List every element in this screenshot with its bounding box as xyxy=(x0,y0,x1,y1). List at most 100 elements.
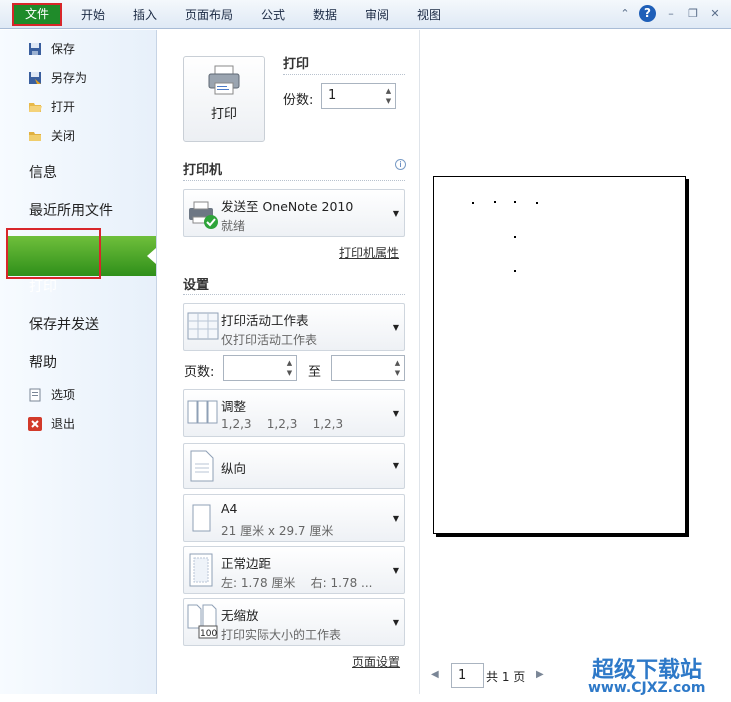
print-scope-dropdown[interactable]: 打印活动工作表 仅打印活动工作表 ▼ xyxy=(183,303,405,351)
svg-text:100: 100 xyxy=(200,629,217,639)
spin-down-icon[interactable]: ▼ xyxy=(285,369,294,377)
print-button-label: 打印 xyxy=(210,107,237,122)
divider xyxy=(283,74,405,75)
tab-page-layout[interactable]: 页面布局 xyxy=(185,6,233,24)
print-title: 打印 xyxy=(283,57,310,72)
divider xyxy=(183,180,405,181)
page-setup-link[interactable]: 页面设置 xyxy=(352,653,400,670)
orientation-dropdown[interactable]: 纵向 ▼ xyxy=(183,443,405,489)
help-icon[interactable]: ? xyxy=(639,5,656,22)
spin-up-icon[interactable]: ▲ xyxy=(384,87,393,95)
copies-input[interactable]: 1 ▲ ▼ xyxy=(321,83,396,109)
page-number-input[interactable]: 1 xyxy=(451,663,484,688)
exit-icon xyxy=(28,417,42,431)
pages-to-label: 至 xyxy=(308,365,322,380)
scaling-title: 无缩放 xyxy=(221,608,259,623)
active-pointer-icon xyxy=(147,248,156,264)
printer-icon xyxy=(207,65,241,99)
paper-size-title: A4 xyxy=(221,501,238,516)
nav-options-label: 选项 xyxy=(51,388,76,402)
preview-mark xyxy=(472,202,474,204)
spin-up-icon[interactable]: ▲ xyxy=(285,359,294,367)
nav-exit-label: 退出 xyxy=(51,417,76,431)
current-page: 1 xyxy=(458,668,467,683)
chevron-down-icon: ▼ xyxy=(392,461,399,470)
nav-help[interactable]: 帮助 xyxy=(29,352,57,372)
backstage-nav xyxy=(0,30,157,694)
collate-sub: 1,2,3 1,2,3 1,2,3 xyxy=(221,417,344,431)
restore-icon[interactable]: ❐ xyxy=(686,7,700,21)
orientation-title: 纵向 xyxy=(221,461,247,476)
nav-recent[interactable]: 最近所用文件 xyxy=(29,200,113,220)
chevron-down-icon: ▼ xyxy=(392,618,399,627)
settings-section-title: 设置 xyxy=(183,278,210,293)
next-page-icon[interactable]: ▶ xyxy=(536,669,544,680)
margins-dropdown[interactable]: 正常边距 左: 1.78 厘米 右: 1.78 ... ▼ xyxy=(183,546,405,594)
spin-down-icon[interactable]: ▼ xyxy=(384,97,393,105)
tab-view[interactable]: 视图 xyxy=(417,6,441,24)
print-button[interactable]: 打印 xyxy=(183,56,265,142)
margins-title: 正常边距 xyxy=(221,556,272,571)
spin-down-icon[interactable]: ▼ xyxy=(393,369,402,377)
options-icon xyxy=(28,388,42,402)
printer-section-title: 打印机 xyxy=(183,163,223,178)
pages-from-input[interactable]: ▲ ▼ xyxy=(223,355,297,381)
info-icon[interactable]: i xyxy=(395,159,406,170)
printer-name: 发送至 OneNote 2010 xyxy=(221,199,354,214)
pages-to-input[interactable]: ▲ ▼ xyxy=(331,355,405,381)
collate-title: 调整 xyxy=(221,399,247,414)
tab-file[interactable]: 文件 xyxy=(12,3,62,26)
prev-page-icon[interactable]: ◀ xyxy=(431,669,439,680)
watermark-line2: www.CJXZ.com xyxy=(588,680,706,696)
minimize-icon[interactable]: – xyxy=(664,7,678,21)
nav-info[interactable]: 信息 xyxy=(29,162,57,182)
chevron-down-icon: ▼ xyxy=(392,514,399,523)
nav-save-as-label: 另存为 xyxy=(51,71,88,85)
scaling-dropdown[interactable]: 100 无缩放 打印实际大小的工作表 ▼ xyxy=(183,598,405,646)
spin-up-icon[interactable]: ▲ xyxy=(393,359,402,367)
save-icon xyxy=(28,42,42,56)
portrait-icon xyxy=(190,450,214,486)
margins-sub: 左: 1.78 厘米 右: 1.78 ... xyxy=(221,576,373,590)
paper-size-sub: 21 厘米 x 29.7 厘米 xyxy=(221,524,334,538)
chevron-down-icon: ▼ xyxy=(392,209,399,218)
printer-properties-link[interactable]: 打印机属性 xyxy=(339,244,399,261)
close-icon[interactable]: ✕ xyxy=(708,7,722,21)
tab-formulas[interactable]: 公式 xyxy=(261,6,285,24)
preview-mark xyxy=(514,270,516,272)
paper-size-dropdown[interactable]: A4 21 厘米 x 29.7 厘米 ▼ xyxy=(183,494,405,542)
copies-value: 1 xyxy=(328,88,337,103)
nav-save-label: 保存 xyxy=(51,42,76,56)
tab-data[interactable]: 数据 xyxy=(313,6,337,24)
ribbon-bar: 文件 开始 插入 页面布局 公式 数据 审阅 视图 ⌃ ? – ❐ ✕ xyxy=(0,0,731,29)
total-pages: 共 1 页 xyxy=(486,670,526,684)
chevron-down-icon: ▼ xyxy=(392,566,399,575)
printer-status: 就绪 xyxy=(221,219,246,233)
pages-label: 页数: xyxy=(184,365,215,380)
printer-dropdown[interactable]: 发送至 OneNote 2010 就绪 ▼ xyxy=(183,189,405,237)
chevron-up-icon[interactable]: ⌃ xyxy=(618,7,632,21)
nav-open-label: 打开 xyxy=(51,100,76,114)
tab-insert[interactable]: 插入 xyxy=(133,6,157,24)
tab-review[interactable]: 审阅 xyxy=(365,6,389,24)
nav-print[interactable]: 打印 xyxy=(29,276,57,296)
sheet-icon xyxy=(187,312,219,344)
preview-mark xyxy=(514,236,516,238)
print-preview-page xyxy=(433,176,686,534)
print-scope-sub: 仅打印活动工作表 xyxy=(221,333,318,347)
preview-mark xyxy=(514,201,516,203)
collate-dropdown[interactable]: 调整 1,2,3 1,2,3 1,2,3 ▼ xyxy=(183,389,405,437)
no-scaling-icon: 100 xyxy=(187,604,219,644)
printer-ready-icon xyxy=(187,200,219,234)
annotation-highlight-box xyxy=(6,228,101,279)
chevron-down-icon: ▼ xyxy=(392,323,399,332)
preview-mark xyxy=(536,202,538,204)
nav-close-label: 关闭 xyxy=(51,129,76,143)
divider xyxy=(183,294,405,295)
print-scope-title: 打印活动工作表 xyxy=(221,313,309,328)
nav-save-send[interactable]: 保存并发送 xyxy=(29,314,99,334)
paper-icon xyxy=(192,504,212,536)
collate-icon xyxy=(187,399,219,429)
chevron-down-icon: ▼ xyxy=(392,409,399,418)
tab-home[interactable]: 开始 xyxy=(81,6,105,24)
